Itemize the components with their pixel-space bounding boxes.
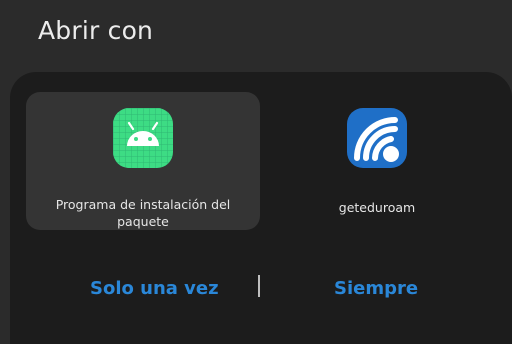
action-divider <box>258 275 260 297</box>
dialog-title: Abrir con <box>38 16 154 45</box>
always-button[interactable]: Siempre <box>334 278 418 299</box>
just-once-button[interactable]: Solo una vez <box>90 278 219 299</box>
wifi-icon <box>347 108 407 168</box>
app-option-geteduroam[interactable]: geteduroam <box>260 92 494 230</box>
app-option-package-installer[interactable]: Programa de instalación del paquete <box>26 92 260 230</box>
android-icon <box>113 108 173 168</box>
action-bar: Solo una vez Siempre <box>0 270 512 310</box>
app-label: Programa de instalación del paquete <box>55 197 231 229</box>
app-label: geteduroam <box>338 200 416 215</box>
